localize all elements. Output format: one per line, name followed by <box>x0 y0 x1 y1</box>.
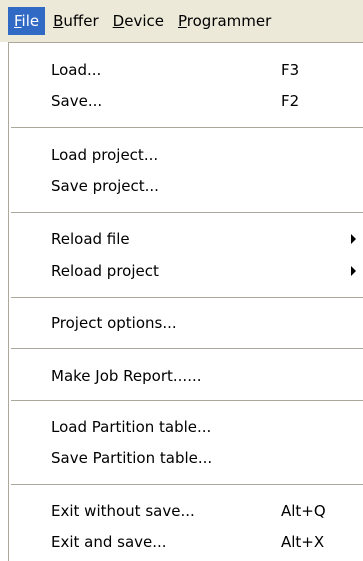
menu-item-label: Load project... <box>51 146 159 164</box>
menu-separator <box>11 127 363 129</box>
menu-item-exit-without-save[interactable]: Exit without save... Alt+Q <box>11 496 363 526</box>
menu-file[interactable]: File <box>8 7 46 35</box>
menu-item-save[interactable]: Save... F2 <box>11 86 363 116</box>
menu-bar: File Buffer Device Programmer <box>0 0 363 42</box>
file-menu-dropdown: Load... F3 Save... F2 Load project... Sa… <box>8 42 363 561</box>
menu-item-save-project[interactable]: Save project... <box>11 171 363 201</box>
menu-programmer-label: rogrammer <box>186 12 272 30</box>
menu-separator <box>11 297 363 299</box>
menu-device-mnemonic: D <box>112 12 125 30</box>
menu-item-save-partition-table[interactable]: Save Partition table... <box>11 443 363 473</box>
menu-device[interactable]: Device <box>107 7 170 35</box>
chevron-right-icon <box>351 234 356 244</box>
menu-file-label: ile <box>21 12 40 30</box>
menu-item-label: Exit without save... <box>51 502 195 520</box>
menu-item-label: Project options... <box>51 314 177 332</box>
menu-item-label: Load... <box>51 61 102 79</box>
menu-item-load-project[interactable]: Load project... <box>11 140 363 170</box>
menu-buffer[interactable]: Buffer <box>47 7 105 35</box>
menu-item-make-job-report[interactable]: Make Job Report...... <box>11 361 363 391</box>
menu-separator <box>11 212 363 214</box>
menu-item-load[interactable]: Load... F3 <box>11 55 363 85</box>
menu-item-label: Load Partition table... <box>51 418 212 436</box>
menu-separator <box>11 484 363 486</box>
menu-item-label: Save... <box>51 92 103 110</box>
menu-programmer[interactable]: Programmer <box>172 7 277 35</box>
menu-item-label: Reload project <box>51 262 159 280</box>
menu-buffer-label: uffer <box>63 12 99 30</box>
menu-item-reload-project[interactable]: Reload project <box>11 256 363 286</box>
menu-item-shortcut: Alt+Q <box>281 502 326 520</box>
menu-item-label: Make Job Report...... <box>51 367 202 385</box>
menu-file-mnemonic: F <box>14 12 22 30</box>
menu-separator <box>11 400 363 402</box>
menu-programmer-mnemonic: P <box>177 12 187 30</box>
menu-item-reload-file[interactable]: Reload file <box>11 224 363 254</box>
menu-item-label: Reload file <box>51 230 130 248</box>
menu-buffer-mnemonic: B <box>53 12 64 30</box>
menu-item-shortcut: F3 <box>281 61 300 79</box>
menu-item-label: Exit and save... <box>51 533 167 551</box>
menu-item-label: Save Partition table... <box>51 449 213 467</box>
menu-item-exit-and-save[interactable]: Exit and save... Alt+X <box>11 527 363 557</box>
menu-item-label: Save project... <box>51 177 159 195</box>
menu-item-shortcut: Alt+X <box>281 533 325 551</box>
menu-item-project-options[interactable]: Project options... <box>11 308 363 338</box>
chevron-right-icon <box>351 266 356 276</box>
menu-item-shortcut: F2 <box>281 92 300 110</box>
menu-separator <box>11 348 363 350</box>
menu-device-label: evice <box>124 12 164 30</box>
menu-item-load-partition-table[interactable]: Load Partition table... <box>11 412 363 442</box>
